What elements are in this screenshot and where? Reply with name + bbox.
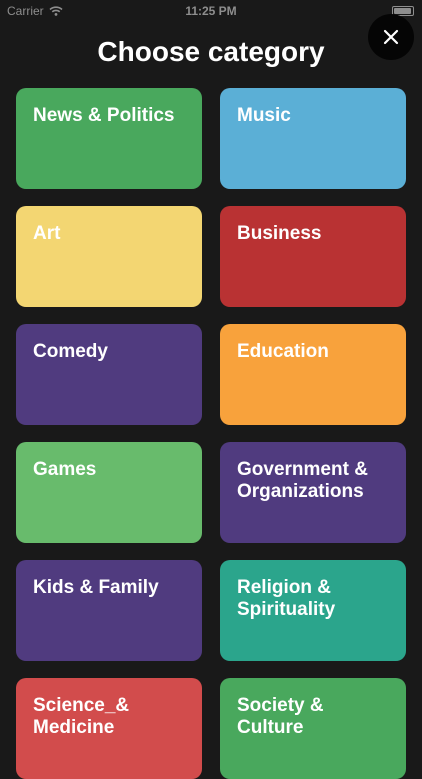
status-bar: Carrier 11:25 PM	[0, 0, 422, 22]
category-label: Government & Organizations	[237, 459, 368, 502]
category-card-business[interactable]: Business	[220, 206, 406, 307]
category-card-science-medicine[interactable]: Science_& Medicine	[16, 678, 202, 779]
category-grid: News & Politics Music Art Business Comed…	[16, 88, 406, 779]
category-label: Games	[33, 459, 97, 480]
category-label: Kids & Family	[33, 577, 159, 598]
category-card-music[interactable]: Music	[220, 88, 406, 189]
category-label: Society & Culture	[237, 695, 324, 738]
category-label: Religion & Spirituality	[237, 577, 336, 620]
category-card-kids-family[interactable]: Kids & Family	[16, 560, 202, 661]
category-card-society-culture[interactable]: Society & Culture	[220, 678, 406, 779]
category-label: Comedy	[33, 341, 108, 362]
page-title: Choose category	[97, 36, 325, 67]
category-card-religion-spirituality[interactable]: Religion & Spirituality	[220, 560, 406, 661]
category-label: Business	[237, 223, 322, 244]
category-label: Education	[237, 341, 329, 362]
category-card-government-organizations[interactable]: Government & Organizations	[220, 442, 406, 543]
category-label: Science_& Medicine	[33, 695, 130, 738]
category-card-news-politics[interactable]: News & Politics	[16, 88, 202, 189]
category-card-education[interactable]: Education	[220, 324, 406, 425]
category-label: News & Politics	[33, 105, 175, 126]
status-time: 11:25 PM	[185, 4, 237, 18]
category-card-comedy[interactable]: Comedy	[16, 324, 202, 425]
category-card-games[interactable]: Games	[16, 442, 202, 543]
category-label: Music	[237, 105, 291, 126]
category-card-art[interactable]: Art	[16, 206, 202, 307]
category-label: Art	[33, 223, 61, 244]
